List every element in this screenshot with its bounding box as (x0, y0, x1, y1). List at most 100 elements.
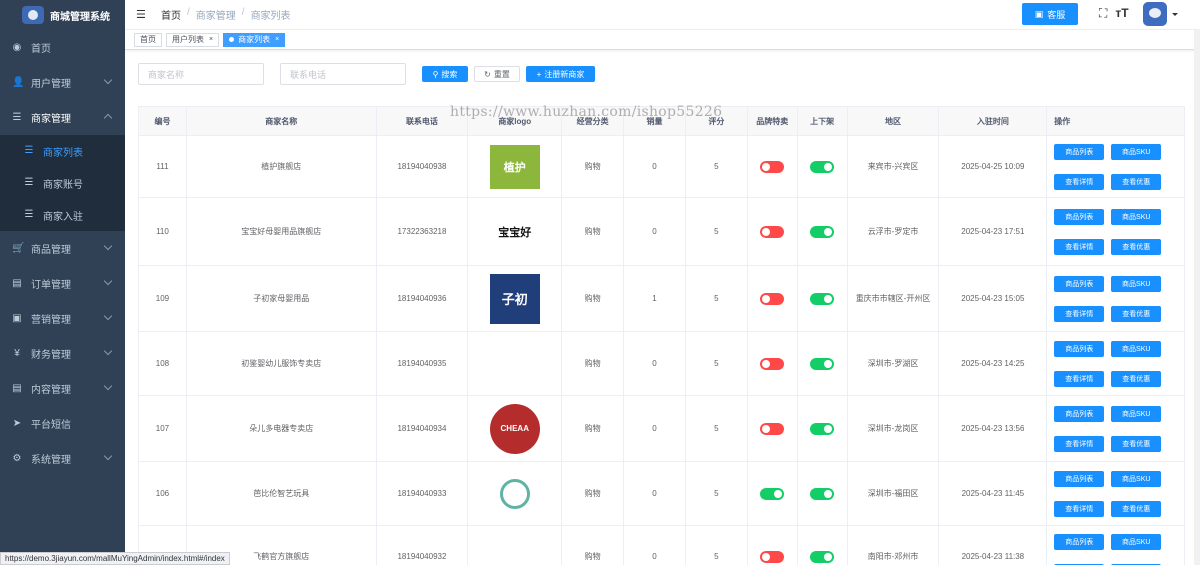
reset-button[interactable]: ↻ 重置 (474, 66, 520, 82)
sidebar-item-content[interactable]: ▤ 内容管理 (0, 371, 125, 406)
sidebar-item-orders[interactable]: ▤ 订单管理 (0, 266, 125, 301)
sidebar-item-sms[interactable]: ➤ 平台短信 (0, 406, 125, 441)
view-details-button[interactable]: 查看详情 (1054, 500, 1105, 517)
sidebar-item-label: 内容管理 (31, 385, 71, 396)
shelf-toggle[interactable] (810, 550, 835, 563)
chevron-down-icon (103, 346, 113, 356)
shelf-toggle[interactable] (810, 357, 835, 370)
product-sku-button[interactable]: 商品SKU (1111, 143, 1162, 160)
tag-label: 首页 (140, 35, 156, 44)
submenu-item-label: 商家账号 (43, 179, 83, 191)
brand-sale-toggle[interactable] (760, 292, 785, 305)
shelf-toggle[interactable] (810, 422, 835, 435)
customer-service-button[interactable]: ▣ 客服 (1022, 3, 1078, 25)
product-list-button[interactable]: 商品列表 (1054, 533, 1105, 550)
merchant-score: 5 (686, 136, 748, 197)
shelf-toggle[interactable] (810, 225, 835, 238)
table-body: 111 植护旗舰店 18194040938 植护 购物 0 5 来宾市-兴宾区 … (139, 136, 1184, 565)
sidebar-item-marketing[interactable]: ▣ 营销管理 (0, 301, 125, 336)
brand-sale-cell (748, 332, 798, 395)
column-header: 入驻时间 (939, 107, 1048, 135)
submenu-item-merchant-join[interactable]: ☰ 商家入驻 (0, 199, 125, 231)
gear-icon: ⚙ (12, 452, 22, 464)
submenu-item-merchant-list[interactable]: ☰ 商家列表 (0, 135, 125, 167)
search-button[interactable]: ⚲ 搜索 (422, 66, 468, 82)
register-merchant-button[interactable]: + 注册新商家 (526, 66, 595, 82)
product-list-button[interactable]: 商品列表 (1054, 470, 1105, 487)
brand-sale-toggle[interactable] (760, 487, 785, 500)
merchant-score: 5 (686, 526, 748, 565)
status-bar-url: https://demo.3jiayun.com/mallMuYingAdmin… (0, 552, 230, 565)
merchant-category: 购物 (562, 332, 625, 395)
view-discount-button[interactable]: 查看优惠 (1111, 370, 1162, 387)
merchant-name-input[interactable]: 商家名称 (138, 63, 264, 85)
sidebar-item-users[interactable]: 👤 用户管理 (0, 65, 125, 100)
caret-down-icon[interactable] (1172, 13, 1178, 19)
sidebar-item-products[interactable]: 🛒 商品管理 (0, 231, 125, 266)
phone-input[interactable]: 联系电话 (280, 63, 406, 85)
submenu-item-merchant-accounts[interactable]: ☰ 商家账号 (0, 167, 125, 199)
shelf-toggle[interactable] (810, 160, 835, 173)
sidebar-menu: ◉ 首页 👤 用户管理 ☰ 商家管理 ☰ 商家列表 ☰ 商家账号 ☰ 商家入驻 🛒 商品管理 … (0, 30, 125, 476)
product-sku-button[interactable]: 商品SKU (1111, 405, 1162, 422)
product-sku-button[interactable]: 商品SKU (1111, 208, 1162, 225)
tag-home[interactable]: 首页 (134, 32, 162, 47)
register-button-label: 注册新商家 (544, 69, 585, 79)
product-list-button[interactable]: 商品列表 (1054, 405, 1105, 422)
product-list-button[interactable]: 商品列表 (1054, 340, 1105, 357)
merchant-logo: 植护 (489, 144, 540, 190)
close-icon[interactable]: × (275, 36, 279, 43)
breadcrumb: 首页 / 商家管理 / 商家列表 (161, 7, 297, 22)
table-row: 111 植护旗舰店 18194040938 植护 购物 0 5 来宾市-兴宾区 … (139, 136, 1184, 198)
brand-sale-toggle[interactable] (760, 225, 785, 238)
font-size-icon[interactable]: ᴛT (1115, 6, 1128, 21)
view-discount-button[interactable]: 查看优惠 (1111, 305, 1162, 322)
scrollbar[interactable] (1194, 30, 1200, 565)
product-list-button[interactable]: 商品列表 (1054, 208, 1105, 225)
close-icon[interactable]: × (209, 36, 213, 43)
breadcrumb-separator: / (187, 7, 190, 18)
list-icon: ☰ (24, 177, 34, 188)
sidebar-item-merchants[interactable]: ☰ 商家管理 (0, 100, 125, 135)
view-discount-button[interactable]: 查看优惠 (1111, 173, 1162, 190)
view-details-button[interactable]: 查看详情 (1054, 370, 1105, 387)
view-details-button[interactable]: 查看详情 (1054, 238, 1105, 255)
avatar[interactable] (1143, 2, 1167, 26)
sidebar-item-finance[interactable]: ¥ 财务管理 (0, 336, 125, 371)
main-area: ☰ 首页 / 商家管理 / 商家列表 ▣ 客服 ⛶ ᴛT 首页 用户列表 × 商家列… (125, 0, 1200, 565)
shelf-toggle[interactable] (810, 292, 835, 305)
breadcrumb-home[interactable]: 首页 (161, 7, 181, 22)
book-icon: ▤ (12, 277, 22, 289)
product-sku-button[interactable]: 商品SKU (1111, 340, 1162, 357)
view-details-button[interactable]: 查看详情 (1054, 435, 1105, 452)
merchant-join-time: 2025-04-23 15:05 (939, 266, 1048, 331)
sidebar-item-label: 用户管理 (31, 79, 71, 90)
product-sku-button[interactable]: 商品SKU (1111, 470, 1162, 487)
chevron-down-icon (103, 451, 113, 461)
brand-sale-cell (748, 266, 798, 331)
tag-merchant-list[interactable]: 商家列表 × (223, 32, 286, 47)
view-details-button[interactable]: 查看详情 (1054, 173, 1105, 190)
column-header: 品牌特卖 (748, 107, 798, 135)
product-sku-button[interactable]: 商品SKU (1111, 533, 1162, 550)
merchant-category: 购物 (562, 462, 625, 525)
product-list-button[interactable]: 商品列表 (1054, 143, 1105, 160)
hamburger-icon[interactable]: ☰ (136, 8, 146, 21)
brand-sale-toggle[interactable] (760, 160, 785, 173)
view-discount-button[interactable]: 查看优惠 (1111, 500, 1162, 517)
view-details-button[interactable]: 查看详情 (1054, 305, 1105, 322)
product-list-button[interactable]: 商品列表 (1054, 275, 1105, 292)
view-discount-button[interactable]: 查看优惠 (1111, 238, 1162, 255)
sidebar-item-home[interactable]: ◉ 首页 (0, 30, 125, 65)
shelf-toggle[interactable] (810, 487, 835, 500)
brand-sale-toggle[interactable] (760, 357, 785, 370)
sidebar-item-system[interactable]: ⚙ 系统管理 (0, 441, 125, 476)
logo-cell: 植护 (468, 136, 563, 197)
tag-user-list[interactable]: 用户列表 × (166, 32, 220, 47)
brand-sale-toggle[interactable] (760, 550, 785, 563)
brand-sale-toggle[interactable] (760, 422, 785, 435)
fullscreen-icon[interactable]: ⛶ (1099, 6, 1107, 21)
app-logo[interactable]: 商城管理系统 (0, 0, 125, 30)
product-sku-button[interactable]: 商品SKU (1111, 275, 1162, 292)
view-discount-button[interactable]: 查看优惠 (1111, 435, 1162, 452)
